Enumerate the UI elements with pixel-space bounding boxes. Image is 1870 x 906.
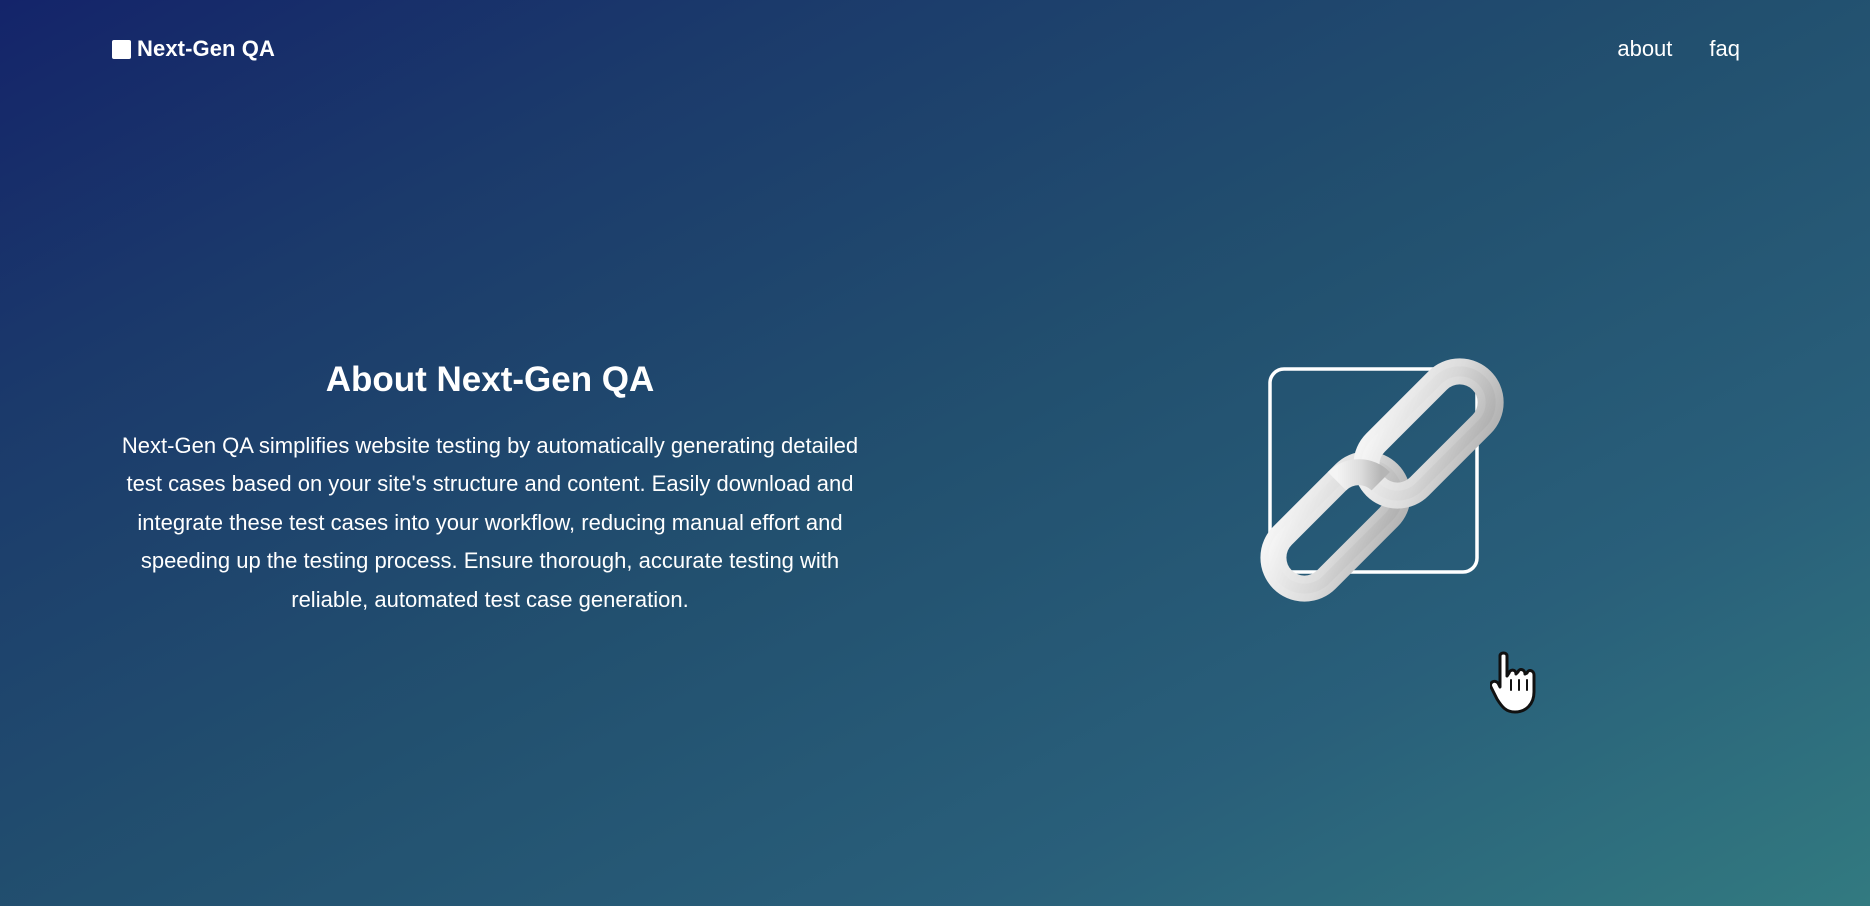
about-description: Next-Gen QA simplifies website testing b… <box>121 433 859 612</box>
navbar: Next-Gen QA about faq <box>0 0 1870 100</box>
brand-name: Next-Gen QA <box>137 36 276 61</box>
nav-links: about faq <box>1617 36 1740 62</box>
link-illustration <box>1220 325 1540 625</box>
about-section: About Next-Gen QA Next-Gen QA simplifies… <box>112 355 868 619</box>
nav-link-about[interactable]: about <box>1617 36 1672 62</box>
nav-link-faq[interactable]: faq <box>1709 36 1740 62</box>
chain-link-icon <box>1260 358 1504 602</box>
square-logo-icon <box>112 39 131 59</box>
hand-pointer-icon <box>1489 650 1552 718</box>
page-title: About Next-Gen QA <box>325 360 655 399</box>
brand-logo[interactable]: Next-Gen QA <box>112 36 275 62</box>
